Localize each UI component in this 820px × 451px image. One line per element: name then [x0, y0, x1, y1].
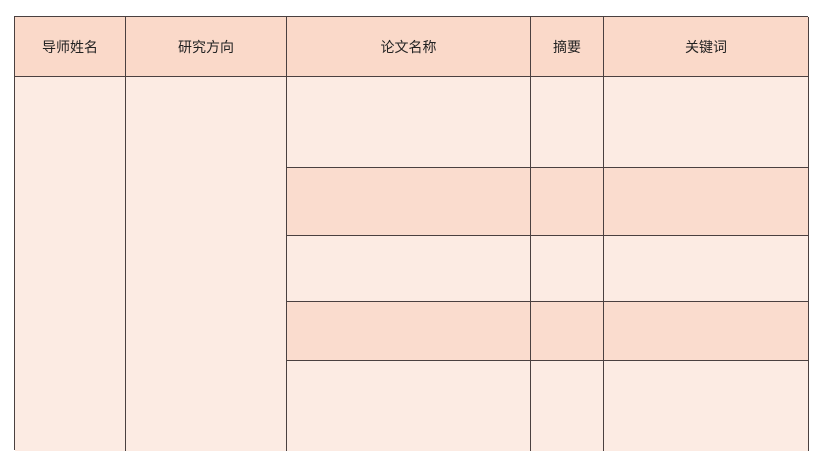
header-research-direction: 研究方向 — [126, 17, 287, 77]
abstract-cell — [531, 77, 604, 168]
abstract-cell — [531, 361, 604, 451]
advisor-name-cell — [15, 77, 126, 451]
thesis-title-cell — [287, 361, 531, 451]
keywords-cell — [604, 77, 809, 168]
thesis-title-cell — [287, 236, 531, 302]
thesis-table: 导师姓名 研究方向 论文名称 摘要 关键词 — [14, 16, 809, 451]
header-advisor-name: 导师姓名 — [15, 17, 126, 77]
keywords-cell — [604, 236, 809, 302]
thesis-title-cell — [287, 302, 531, 361]
research-direction-cell — [126, 77, 287, 451]
header-abstract: 摘要 — [531, 17, 604, 77]
abstract-cell — [531, 168, 604, 236]
thesis-title-cell — [287, 168, 531, 236]
header-thesis-title: 论文名称 — [287, 17, 531, 77]
keywords-cell — [604, 168, 809, 236]
thesis-title-cell — [287, 77, 531, 168]
keywords-cell — [604, 361, 809, 451]
keywords-cell — [604, 302, 809, 361]
abstract-cell — [531, 236, 604, 302]
header-keywords: 关键词 — [604, 17, 809, 77]
abstract-cell — [531, 302, 604, 361]
